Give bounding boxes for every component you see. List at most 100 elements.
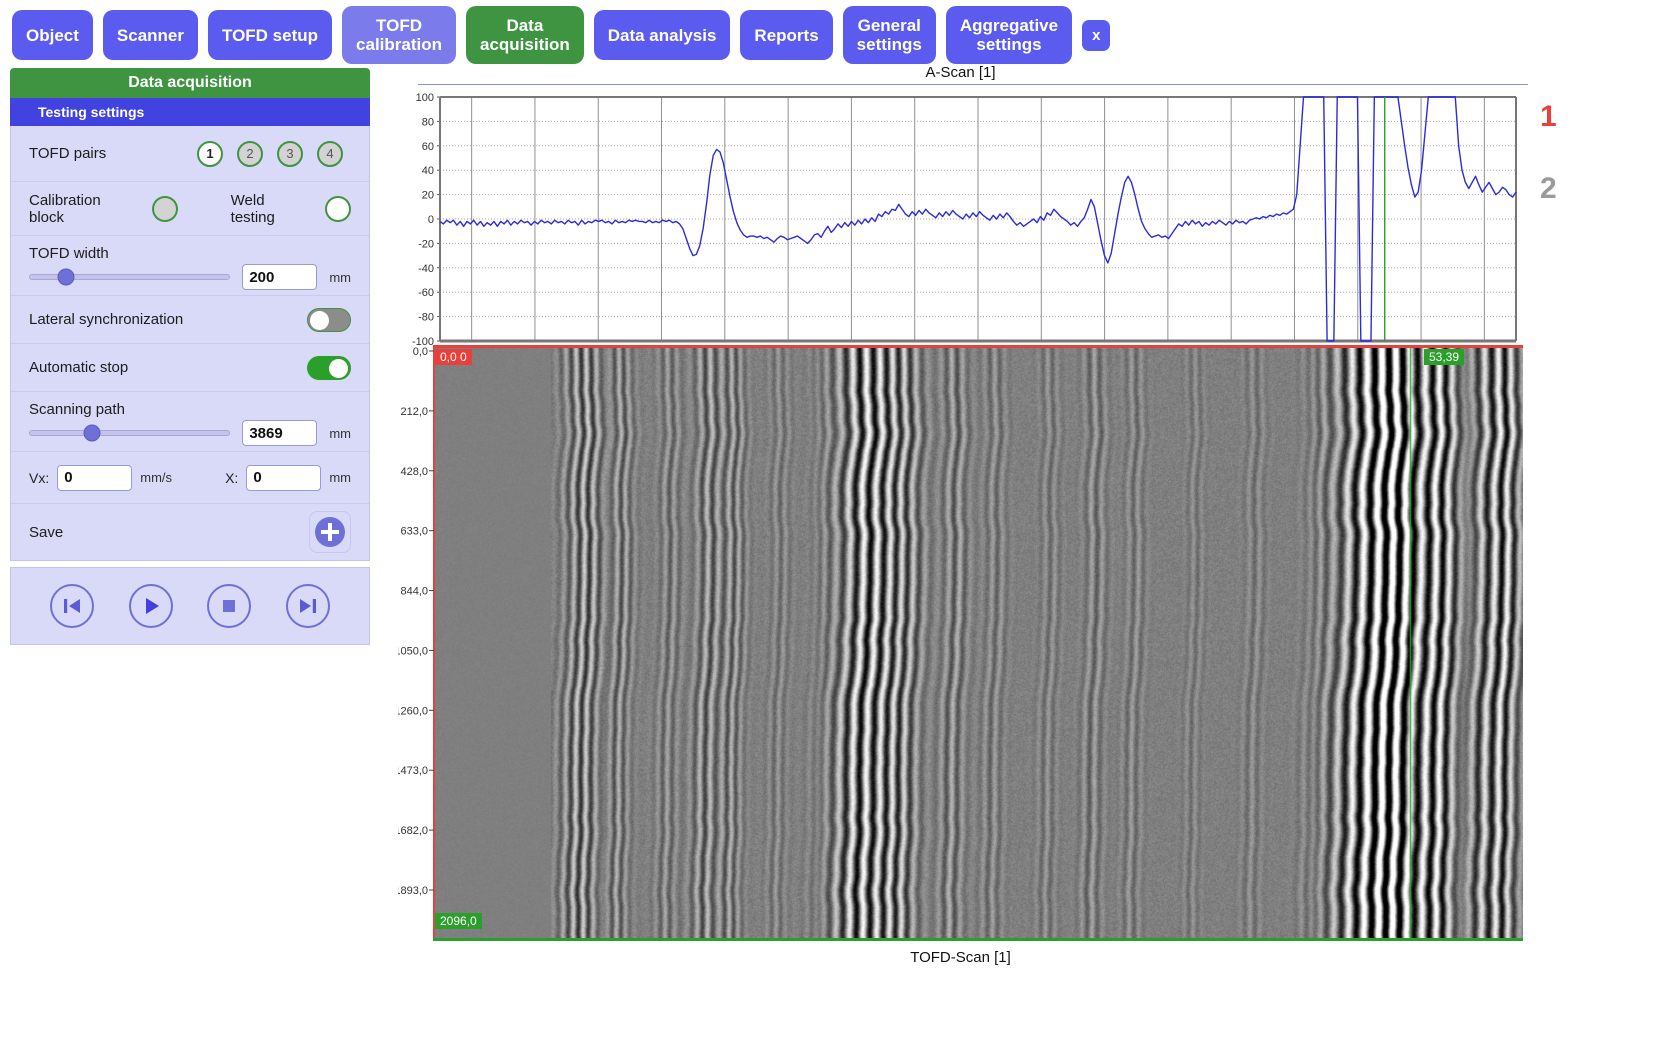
scanning-path-input[interactable] — [242, 420, 317, 446]
badge-scan-end: 2096,0 — [435, 913, 482, 929]
tofd-width-slider[interactable] — [29, 274, 230, 280]
badge-origin: 0,0 0 — [435, 349, 472, 365]
vx-label: Vx: — [29, 470, 49, 486]
stop-icon — [218, 595, 240, 617]
tofd-width-input[interactable] — [242, 264, 317, 290]
tab-data-acquisition[interactable]: Data acquisition — [466, 6, 584, 64]
skip-to-end-button[interactable] — [286, 584, 330, 628]
lateral-synchronization-label: Lateral synchronization — [29, 311, 183, 328]
vx-input[interactable] — [57, 465, 132, 491]
scanning-path-slider-handle[interactable] — [83, 425, 100, 442]
section-title-testing-settings: Testing settings — [10, 98, 370, 126]
ascan-title: A-Scan [1] — [398, 62, 1523, 84]
automatic-stop-toggle[interactable] — [307, 356, 351, 380]
ascan-top-rule — [418, 84, 1528, 85]
marker-2[interactable]: 2 — [1540, 172, 1557, 206]
svg-text:-60: -60 — [418, 287, 434, 299]
automatic-stop-row: Automatic stop — [11, 344, 369, 392]
ascan-chart-svg: 0,011,616,620,423,826,829,632,234,637,03… — [398, 89, 1523, 379]
mode-selection-row: Calibration block Weld testing — [11, 182, 369, 236]
tab-object[interactable]: Object — [12, 10, 93, 60]
plus-icon — [315, 517, 345, 547]
tofd-y-tick-label: 0,0 — [413, 346, 428, 358]
skip-to-start-button[interactable] — [50, 584, 94, 628]
tofd-y-tick-label: 1473,0 — [398, 765, 428, 777]
tab-x[interactable]: x — [1082, 20, 1110, 51]
tofd-y-tick-label: 1893,0 — [398, 885, 428, 897]
lateral-synchronization-toggle[interactable] — [307, 308, 351, 332]
tofd-width-slider-handle[interactable] — [57, 269, 74, 286]
calibration-block-option[interactable]: Calibration block — [29, 192, 178, 226]
svg-text:60: 60 — [422, 141, 434, 153]
svg-text:100: 100 — [416, 92, 434, 104]
lateral-synchronization-row: Lateral synchronization — [11, 296, 369, 344]
tofd-pair-1[interactable]: 1 — [197, 141, 223, 167]
skip-to-start-icon — [61, 595, 83, 617]
badge-cursor-position: 53,39 — [1424, 349, 1464, 365]
tab-general-settings[interactable]: General settings — [843, 6, 936, 64]
ascan-panel: A-Scan [1] 0,011,616,620,423,826,829,632… — [398, 62, 1523, 341]
x-unit: mm — [329, 470, 351, 485]
tab-tofd-setup[interactable]: TOFD setup — [208, 10, 332, 60]
tofd-y-tick-label: 212,0 — [400, 406, 428, 418]
tofd-pairs-label: TOFD pairs — [29, 145, 106, 162]
stop-button[interactable] — [207, 584, 251, 628]
svg-text:40: 40 — [422, 165, 434, 177]
tofd-y-tick-label: 633,0 — [400, 526, 428, 538]
panel-title: Data acquisition — [10, 68, 370, 98]
tofd-y-tick-label: 1050,0 — [398, 645, 428, 657]
tofd-y-tick-label: 1682,0 — [398, 825, 428, 837]
weld-testing-option[interactable]: Weld testing — [231, 192, 351, 226]
calibration-block-radio[interactable] — [152, 196, 178, 222]
tofd-pair-3[interactable]: 3 — [277, 141, 303, 167]
tab-tofd-calibration[interactable]: TOFD calibration — [342, 6, 456, 64]
tofd-pair-2[interactable]: 2 — [237, 141, 263, 167]
tofd-panel: 0,0 212,0 428,0 633,0 844,0 1050,0 1260,0 1473,… — [398, 345, 1523, 966]
ascan-plot[interactable]: 0,011,616,620,423,826,829,632,234,637,03… — [398, 89, 1523, 341]
top-tab-bar: ObjectScannerTOFD setupTOFD calibrationD… — [0, 0, 1680, 70]
tofd-y-tick-label: 428,0 — [400, 466, 428, 478]
toggle-knob — [310, 311, 329, 330]
weld-testing-label: Weld testing — [231, 192, 312, 226]
weld-testing-radio[interactable] — [325, 196, 351, 222]
scanning-path-label: Scanning path — [29, 401, 351, 418]
transport-controls — [10, 567, 370, 645]
tab-scanner[interactable]: Scanner — [103, 10, 198, 60]
scanning-path-controls: mm — [29, 420, 351, 446]
toggle-knob — [329, 359, 348, 378]
testing-settings-card: TOFD pairs 1 2 3 4 Calibration block Wel… — [10, 126, 370, 561]
tofd-width-controls: mm — [29, 264, 351, 290]
add-save-button[interactable] — [309, 511, 351, 553]
save-label: Save — [29, 524, 63, 541]
data-acquisition-sidebar: Data acquisition Testing settings TOFD p… — [10, 68, 370, 645]
tofd-frame[interactable]: 0,0 212,0 428,0 633,0 844,0 1050,0 1260,0 1473,… — [398, 345, 1523, 941]
tofd-width-label: TOFD width — [29, 245, 351, 262]
velocity-position-row: Vx: mm/s X: mm — [11, 452, 369, 504]
automatic-stop-label: Automatic stop — [29, 359, 128, 376]
marker-1[interactable]: 1 — [1540, 100, 1557, 134]
calibration-block-label: Calibration block — [29, 192, 138, 226]
svg-text:-80: -80 — [418, 312, 434, 324]
tofd-scan-image[interactable] — [433, 345, 1523, 941]
svg-text:-40: -40 — [418, 263, 434, 275]
svg-text:0: 0 — [428, 214, 434, 226]
play-button[interactable] — [129, 584, 173, 628]
tofd-pairs-row: TOFD pairs 1 2 3 4 — [11, 126, 369, 182]
tofd-pair-4[interactable]: 4 — [317, 141, 343, 167]
tofd-width-row: TOFD width mm — [11, 236, 369, 296]
vx-unit: mm/s — [140, 470, 172, 485]
tab-reports[interactable]: Reports — [740, 10, 832, 60]
scanning-path-slider[interactable] — [29, 430, 230, 436]
play-icon — [140, 595, 162, 617]
tab-aggregative-settings[interactable]: Aggregative settings — [946, 6, 1072, 64]
tofd-title: TOFD-Scan [1] — [398, 949, 1523, 966]
x-input[interactable] — [246, 465, 321, 491]
svg-text:-20: -20 — [418, 238, 434, 250]
x-label: X: — [225, 470, 238, 486]
scanning-path-unit: mm — [329, 426, 351, 441]
scanning-path-row: Scanning path mm — [11, 392, 369, 452]
tofd-y-tick-label: 1260,0 — [398, 705, 428, 717]
tofd-y-tick-label: 844,0 — [400, 586, 428, 598]
tab-data-analysis[interactable]: Data analysis — [594, 10, 731, 60]
skip-to-end-icon — [297, 595, 319, 617]
